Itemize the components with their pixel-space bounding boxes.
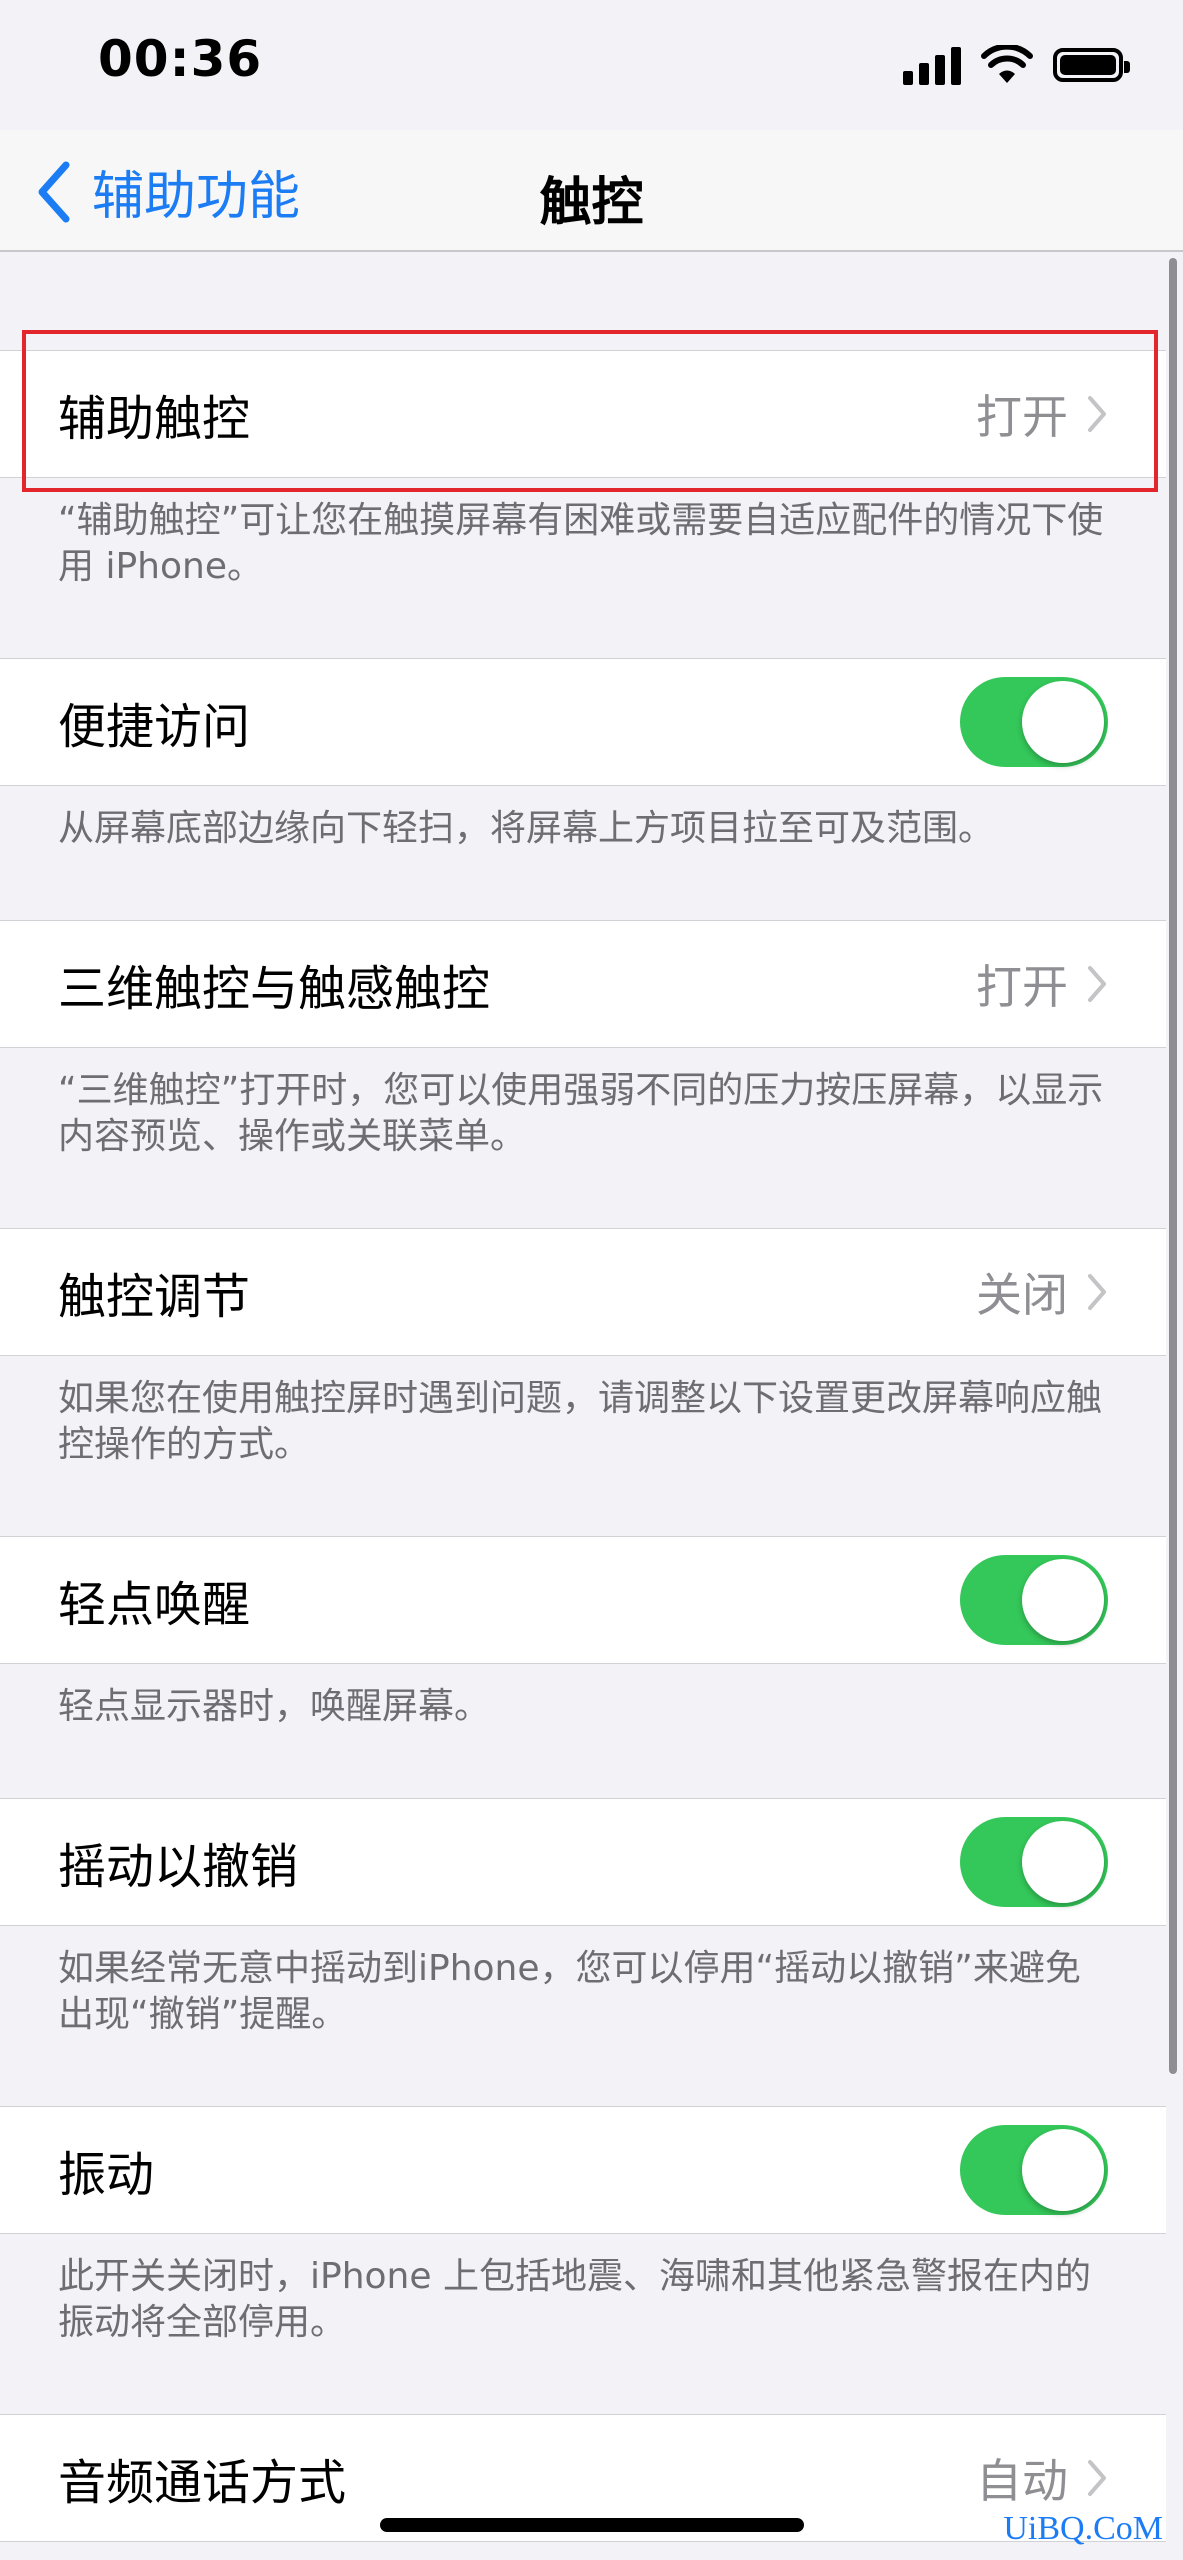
status-icons (903, 40, 1130, 90)
row-value: 打开 (976, 390, 1068, 444)
row-label: 辅助触控 (58, 391, 251, 447)
row-label: 三维触控与触感触控 (58, 961, 491, 1017)
home-indicator[interactable] (380, 2518, 804, 2532)
tap-to-wake-toggle[interactable] (960, 1555, 1108, 1645)
section-footer: 轻点显示器时，唤醒屏幕。 (58, 1686, 491, 1727)
chevron-right-icon (1088, 2460, 1106, 2496)
row-3d-haptic-touch[interactable]: 三维触控与触感触控 打开 (0, 920, 1166, 1048)
row-assistive-touch[interactable]: 辅助触控 打开 (0, 350, 1166, 478)
signal-icon (903, 45, 961, 85)
row-value: 关闭 (976, 1268, 1068, 1322)
row-label: 摇动以撤销 (58, 1839, 299, 1895)
navigation-bar: 辅助功能 触控 (0, 130, 1183, 252)
section-footer: 如果您在使用触控屏时遇到问题，请调整以下设置更改屏幕响应触控操作的方式。 (58, 1378, 1103, 1465)
wifi-icon (981, 45, 1033, 83)
watermark: UiBQ.CoM (1003, 2510, 1163, 2547)
scrollbar[interactable] (1169, 258, 1177, 2074)
section-footer: 从屏幕底部边缘向下轻扫，将屏幕上方项目拉至可及范围。 (58, 808, 995, 849)
row-reachability: 便捷访问 (0, 658, 1166, 786)
battery-icon (1053, 48, 1130, 82)
section-footer: “辅助触控”可让您在触摸屏幕有困难或需要自适应配件的情况下使用 iPhone。 (58, 500, 1104, 587)
row-tap-to-wake: 轻点唤醒 (0, 1536, 1166, 1664)
row-vibration: 振动 (0, 2106, 1166, 2234)
page-title: 触控 (539, 173, 644, 233)
row-label: 便捷访问 (58, 699, 251, 755)
chevron-right-icon (1088, 1274, 1106, 1310)
row-touch-accommodations[interactable]: 触控调节 关闭 (0, 1228, 1166, 1356)
status-time: 00:36 (98, 30, 263, 88)
chevron-right-icon (1088, 966, 1106, 1002)
row-label: 触控调节 (58, 1269, 251, 1325)
section-footer: “三维触控”打开时，您可以使用强弱不同的压力按压屏幕，以显示内容预览、操作或关联… (58, 1070, 1104, 1157)
section-footer: 如果经常无意中摇动到iPhone，您可以停用“摇动以撤销”来避免出现“撤销”提醒… (58, 1948, 1081, 2035)
status-bar: 00:36 (0, 0, 1183, 130)
row-label: 音频通话方式 (58, 2455, 347, 2511)
row-shake-to-undo: 摇动以撤销 (0, 1798, 1166, 1926)
row-value: 打开 (976, 960, 1068, 1014)
chevron-right-icon (1088, 396, 1106, 432)
settings-list: 辅助触控 打开 “辅助触控”可让您在触摸屏幕有困难或需要自适应配件的情况下使用 … (0, 252, 1166, 2542)
row-value: 自动 (976, 2454, 1068, 2508)
reachability-toggle[interactable] (960, 677, 1108, 767)
vibration-toggle[interactable] (960, 2125, 1108, 2215)
section-footer: 此开关关闭时，iPhone 上包括地震、海啸和其他紧急警报在内的振动将全部停用。 (58, 2256, 1091, 2343)
row-label: 振动 (58, 2147, 155, 2203)
row-label: 轻点唤醒 (58, 1577, 251, 1633)
shake-to-undo-toggle[interactable] (960, 1817, 1108, 1907)
